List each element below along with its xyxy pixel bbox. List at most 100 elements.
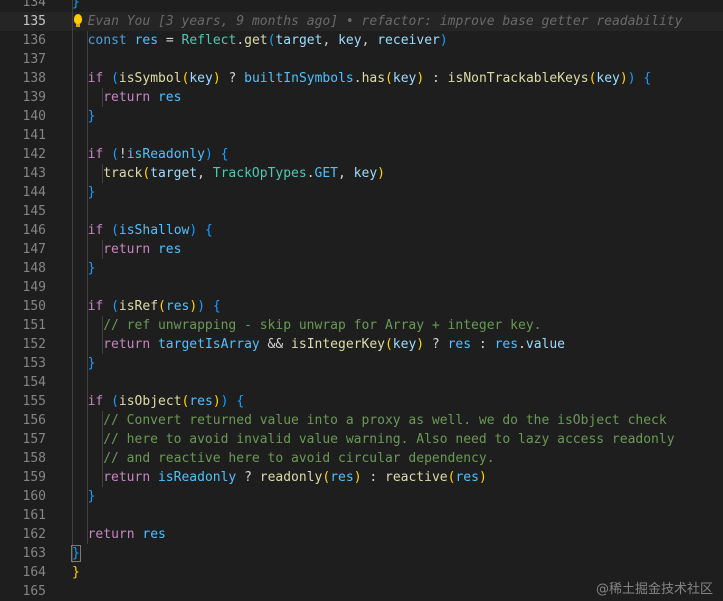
code-token: // here to avoid invalid value warning. …	[103, 432, 675, 447]
code-token: )	[478, 470, 487, 485]
code-content: }	[88, 487, 96, 506]
code-line[interactable]: 143 track(target, TrackOpTypes.GET, key)	[0, 164, 723, 183]
code-editor[interactable]: 134} 135 Evan You [3 years, 9 months ago] …	[0, 0, 723, 601]
code-line[interactable]: 154	[0, 373, 723, 392]
code-line[interactable]: 134}	[0, 0, 723, 12]
indent-guide	[72, 31, 73, 50]
code-line[interactable]: 160}	[0, 487, 723, 506]
code-token: builtInSymbols	[244, 71, 354, 86]
code-content: if (isShallow) {	[88, 221, 213, 240]
code-token: return	[103, 337, 151, 352]
code-line[interactable]: 162 return res	[0, 525, 723, 544]
indent-guide	[87, 430, 88, 449]
code-token: GET	[314, 166, 339, 181]
code-token: ,	[197, 166, 213, 181]
indent-guide	[72, 297, 73, 316]
code-line[interactable]: 153}	[0, 354, 723, 373]
code-line[interactable]: 157 // here to avoid invalid value warnin…	[0, 430, 723, 449]
code-token: )	[220, 394, 229, 409]
code-line[interactable]: 138 if (isSymbol(key) ? builtInSymbols.ha…	[0, 69, 723, 88]
code-token: (	[111, 394, 119, 409]
code-token: res	[165, 299, 190, 314]
code-token: return	[103, 90, 151, 105]
indent-guide	[72, 449, 73, 468]
code-content: // ref unwrapping - skip unwrap for Arra…	[103, 316, 541, 335]
code-line[interactable]: 163}	[0, 544, 723, 563]
code-token: has	[361, 71, 386, 86]
indent-guide	[87, 126, 88, 145]
code-token: )	[205, 147, 213, 162]
code-line[interactable]: 145	[0, 202, 723, 221]
code-line[interactable]: 144}	[0, 183, 723, 202]
code-line[interactable]: 158 // and reactive here to avoid circula…	[0, 449, 723, 468]
line-number: 134	[22, 0, 46, 10]
line-number: 138	[22, 71, 46, 86]
indent-guide	[87, 449, 88, 468]
code-line[interactable]: 148}	[0, 259, 723, 278]
code-content: // Convert returned value into a proxy a…	[103, 411, 667, 430]
code-line[interactable]: 156 // Convert returned value into a prox…	[0, 411, 723, 430]
code-line[interactable]: 136 const res = Reflect.get(target, key, …	[0, 31, 723, 50]
code-line[interactable]: 137	[0, 50, 723, 69]
code-line[interactable]: 142 if (!isReadonly) {	[0, 145, 723, 164]
code-line[interactable]: 147 return res	[0, 240, 723, 259]
code-token: return	[103, 470, 151, 485]
code-token: key	[392, 71, 417, 86]
code-line[interactable]: 159 return isReadonly ? readonly(res) : r…	[0, 468, 723, 487]
code-line[interactable]: 139 return res	[0, 88, 723, 107]
line-number: 146	[22, 223, 46, 238]
lightbulb-icon[interactable]	[74, 14, 82, 27]
line-number: 143	[22, 166, 46, 181]
indent-guide	[72, 145, 73, 164]
line-number: 155	[22, 394, 46, 409]
code-token: isSymbol	[118, 71, 182, 86]
code-token: ?	[236, 470, 260, 485]
code-token: receiver	[377, 33, 440, 48]
code-line[interactable]: 151 // ref unwrapping - skip unwrap for A…	[0, 316, 723, 335]
code-token: key	[353, 166, 378, 181]
indent-guide	[72, 88, 73, 107]
line-number: 136	[22, 33, 46, 48]
code-token: res	[447, 337, 472, 352]
code-line[interactable]: 135 Evan You [3 years, 9 months ago] • re…	[0, 12, 723, 31]
code-token: track	[103, 166, 143, 181]
line-number: 139	[22, 90, 46, 105]
code-content: }	[88, 183, 96, 202]
code-token: .	[518, 337, 526, 352]
code-token: }	[87, 489, 96, 504]
line-number: 154	[22, 375, 46, 390]
indent-guide	[72, 525, 73, 544]
code-token: .	[236, 33, 245, 48]
code-token: ,	[322, 33, 339, 48]
code-token: key	[596, 71, 620, 86]
code-token: return	[87, 527, 135, 542]
code-line[interactable]: 141	[0, 126, 723, 145]
code-token: key	[189, 71, 213, 86]
code-token: :	[361, 470, 385, 485]
code-token: !	[118, 147, 127, 162]
code-line[interactable]: 140}	[0, 107, 723, 126]
indent-guide	[72, 126, 73, 145]
indent-guide	[87, 373, 88, 392]
code-line[interactable]: 155 if (isObject(res)) {	[0, 392, 723, 411]
code-token: (	[111, 223, 119, 238]
code-line[interactable]: 149	[0, 278, 723, 297]
code-content: if (isObject(res)) {	[88, 392, 245, 411]
code-token: isObject	[118, 394, 182, 409]
code-token: (	[111, 71, 119, 86]
code-token: res	[134, 33, 159, 48]
code-content: // and reactive here to avoid circular d…	[103, 449, 494, 468]
code-line[interactable]: 152 return targetIsArray && isIntegerKey(…	[0, 335, 723, 354]
code-line[interactable]: 150 if (isRef(res)) {	[0, 297, 723, 316]
code-token: )	[189, 223, 198, 238]
code-line[interactable]: 161	[0, 506, 723, 525]
code-content: const res = Reflect.get(target, key, rec…	[88, 31, 448, 50]
code-token: if	[87, 147, 104, 162]
code-line[interactable]: 146 if (isShallow) {	[0, 221, 723, 240]
